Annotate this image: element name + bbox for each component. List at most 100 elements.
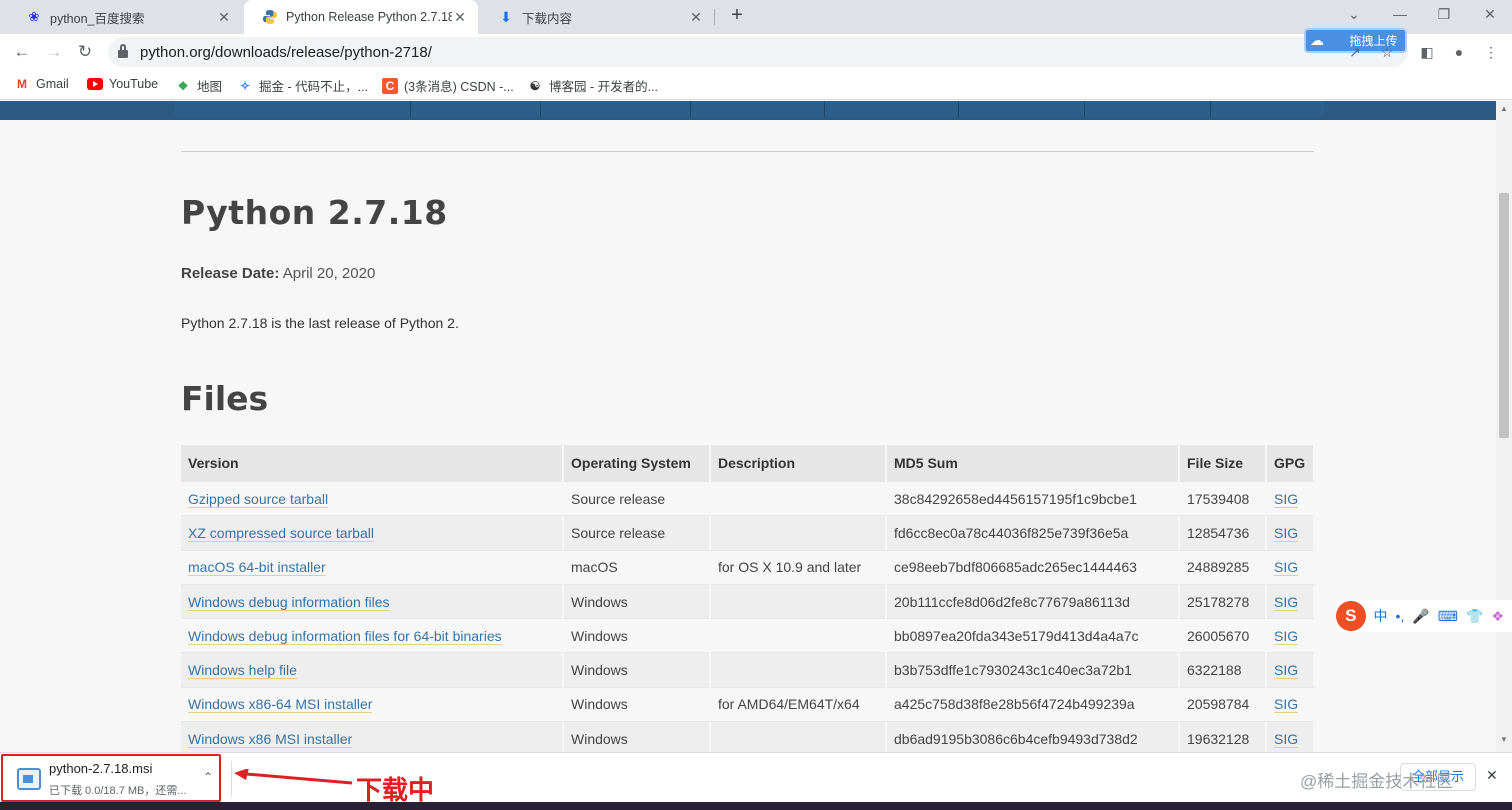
cell-gpg: SIG	[1267, 515, 1315, 550]
scroll-up-arrow-icon[interactable]: ▲	[1496, 104, 1512, 113]
cell-gpg: SIG	[1267, 652, 1315, 687]
chevron-up-icon[interactable]: ⌃	[203, 770, 213, 784]
bookmark-label: YouTube	[109, 77, 159, 91]
divider	[181, 151, 1314, 152]
col-header-os: Operating System	[564, 445, 711, 481]
download-link[interactable]: Windows x86-64 MSI installer	[188, 696, 373, 714]
download-icon: ⬇	[500, 8, 512, 25]
cell-file-size: 20598784	[1180, 686, 1267, 722]
maps-icon: ❖	[177, 78, 189, 93]
sig-link[interactable]: SIG	[1274, 662, 1299, 680]
bookmark-maps[interactable]: ❖ 地图	[175, 76, 222, 95]
baidu-cloud-icon: ☁	[1310, 32, 1324, 48]
cell-version: Windows help file	[181, 652, 564, 687]
cell-os: macOS	[564, 549, 711, 584]
ime-punct[interactable]: •,	[1396, 608, 1405, 624]
close-icon[interactable]: ✕	[1486, 767, 1498, 784]
close-icon[interactable]: ✕	[688, 9, 704, 25]
window-close-icon[interactable]: ✕	[1480, 6, 1500, 23]
tab-divider	[714, 9, 715, 25]
bookmark-gmail[interactable]: M Gmail	[14, 76, 69, 92]
tab-python-release[interactable]: Python Release Python 2.7.18 ✕	[244, 0, 478, 34]
cell-description	[711, 652, 887, 687]
cell-version: Windows debug information files	[181, 583, 564, 619]
close-icon[interactable]: ✕	[452, 9, 468, 25]
cell-md5: a425c758d38f8e28b56f4724b499239a	[887, 686, 1180, 722]
sig-link[interactable]: SIG	[1274, 490, 1299, 508]
restore-icon[interactable]: ❐	[1434, 6, 1454, 23]
sig-link[interactable]: SIG	[1274, 696, 1299, 714]
juejin-icon: ✧	[239, 78, 251, 93]
keyboard-icon[interactable]: ⌨	[1438, 608, 1458, 625]
cell-os: Windows	[564, 583, 711, 619]
scroll-down-arrow-icon[interactable]: ▼	[1496, 735, 1512, 744]
bookmark-juejin[interactable]: ✧ 掘金 - 代码不止，...	[237, 76, 368, 95]
download-filename: python-2.7.18.msi	[49, 761, 153, 776]
sig-link[interactable]: SIG	[1274, 559, 1299, 577]
cell-version: Gzipped source tarball	[181, 481, 564, 516]
cell-md5: fd6cc8ec0a78c44036f825e739f36e5a	[887, 515, 1180, 550]
download-item[interactable]: python-2.7.18.msi 已下载 0.0/18.7 MB，还需... …	[1, 754, 221, 802]
bookmark-youtube[interactable]: YouTube	[87, 76, 158, 92]
download-link[interactable]: Windows x86 MSI installer	[188, 730, 353, 748]
table-row: Windows help file Windows b3b753dffe1c7930…	[181, 652, 1315, 687]
download-link[interactable]: macOS 64-bit installer	[188, 559, 326, 577]
tab-downloads[interactable]: ⬇ 下载内容 ✕	[480, 0, 714, 34]
bookmark-star-icon[interactable]: ☆	[1378, 43, 1396, 61]
sig-link[interactable]: SIG	[1274, 627, 1299, 645]
skin-shirt-icon[interactable]: 👕	[1466, 608, 1483, 625]
bookmark-csdn[interactable]: C (3条消息) CSDN -...	[382, 76, 514, 95]
download-link[interactable]: Windows help file	[188, 662, 297, 680]
cell-os: Windows	[564, 618, 711, 653]
page-scrollbar[interactable]: ▲ ▼	[1496, 101, 1512, 752]
cell-file-size: 12854736	[1180, 515, 1267, 550]
toolbox-grid-icon[interactable]: ❖	[1491, 608, 1504, 625]
share-icon[interactable]: ↗	[1346, 43, 1364, 61]
os-taskbar	[0, 802, 1512, 810]
sig-link[interactable]: SIG	[1274, 730, 1299, 748]
table-row: Windows x86 MSI installer Windows db6ad919…	[181, 721, 1315, 752]
microphone-icon[interactable]: 🎤	[1412, 608, 1429, 625]
forward-arrow-icon[interactable]: →	[42, 40, 66, 64]
close-icon[interactable]: ✕	[216, 9, 232, 25]
cell-file-size: 17539408	[1180, 481, 1267, 516]
sig-link[interactable]: SIG	[1274, 593, 1299, 611]
profile-avatar-icon[interactable]: ●	[1450, 43, 1468, 61]
back-arrow-icon[interactable]: ←	[10, 40, 34, 64]
table-row: macOS 64-bit installer macOS for OS X 10.9…	[181, 549, 1315, 584]
side-panel-icon[interactable]: ◧	[1418, 43, 1436, 61]
download-link[interactable]: XZ compressed source tarball	[188, 524, 374, 542]
tab-search-chevron-icon[interactable]: ⌄	[1344, 6, 1364, 23]
cell-file-size: 19632128	[1180, 721, 1267, 752]
cell-file-size: 25178278	[1180, 583, 1267, 619]
ime-mode[interactable]: 中	[1374, 606, 1388, 626]
address-bar[interactable]: python.org/downloads/release/python-2718…	[108, 37, 1408, 67]
site-nav-menu[interactable]	[174, 101, 1324, 117]
bookmarks-bar: M Gmail YouTube ❖ 地图 ✧ 掘金 - 代码不止，... C (…	[0, 70, 1512, 100]
cell-description	[711, 583, 887, 619]
download-link[interactable]: Windows debug information files	[188, 593, 390, 611]
cell-os: Source release	[564, 481, 711, 516]
release-date-value: April 20, 2020	[282, 265, 376, 282]
download-link[interactable]: Gzipped source tarball	[188, 490, 329, 508]
cell-md5: 38c84292658ed4456157195f1c9bcbe1	[887, 481, 1180, 516]
baidu-paw-icon: ❀	[28, 9, 40, 24]
table-row: Windows x86-64 MSI installer Windows for A…	[181, 686, 1315, 722]
download-link[interactable]: Windows debug information files for 64-b…	[188, 627, 502, 645]
tab-baidu-search[interactable]: ❀ python_百度搜索 ✕	[8, 0, 242, 34]
ime-toolbar: S 中 •, 🎤 ⌨ 👕 ❖	[1336, 600, 1512, 632]
release-date: Release Date: April 20, 2020	[181, 265, 375, 282]
cell-version: macOS 64-bit installer	[181, 549, 564, 584]
cell-description	[711, 515, 887, 550]
reload-icon[interactable]: ↻	[73, 40, 97, 64]
bookmark-cnblogs[interactable]: ☯ 博客园 - 开发者的...	[527, 76, 658, 95]
url-text[interactable]: python.org/downloads/release/python-2718…	[140, 44, 432, 61]
minimize-icon[interactable]: —	[1390, 6, 1410, 22]
sogou-logo-icon[interactable]: S	[1336, 601, 1366, 631]
gmail-icon: M	[17, 77, 27, 91]
scrollbar-thumb[interactable]	[1499, 193, 1509, 438]
tab-title: python_百度搜索	[50, 11, 145, 26]
menu-kebab-icon[interactable]: ⋮	[1482, 43, 1500, 61]
sig-link[interactable]: SIG	[1274, 524, 1299, 542]
new-tab-plus-icon[interactable]: +	[726, 5, 748, 27]
